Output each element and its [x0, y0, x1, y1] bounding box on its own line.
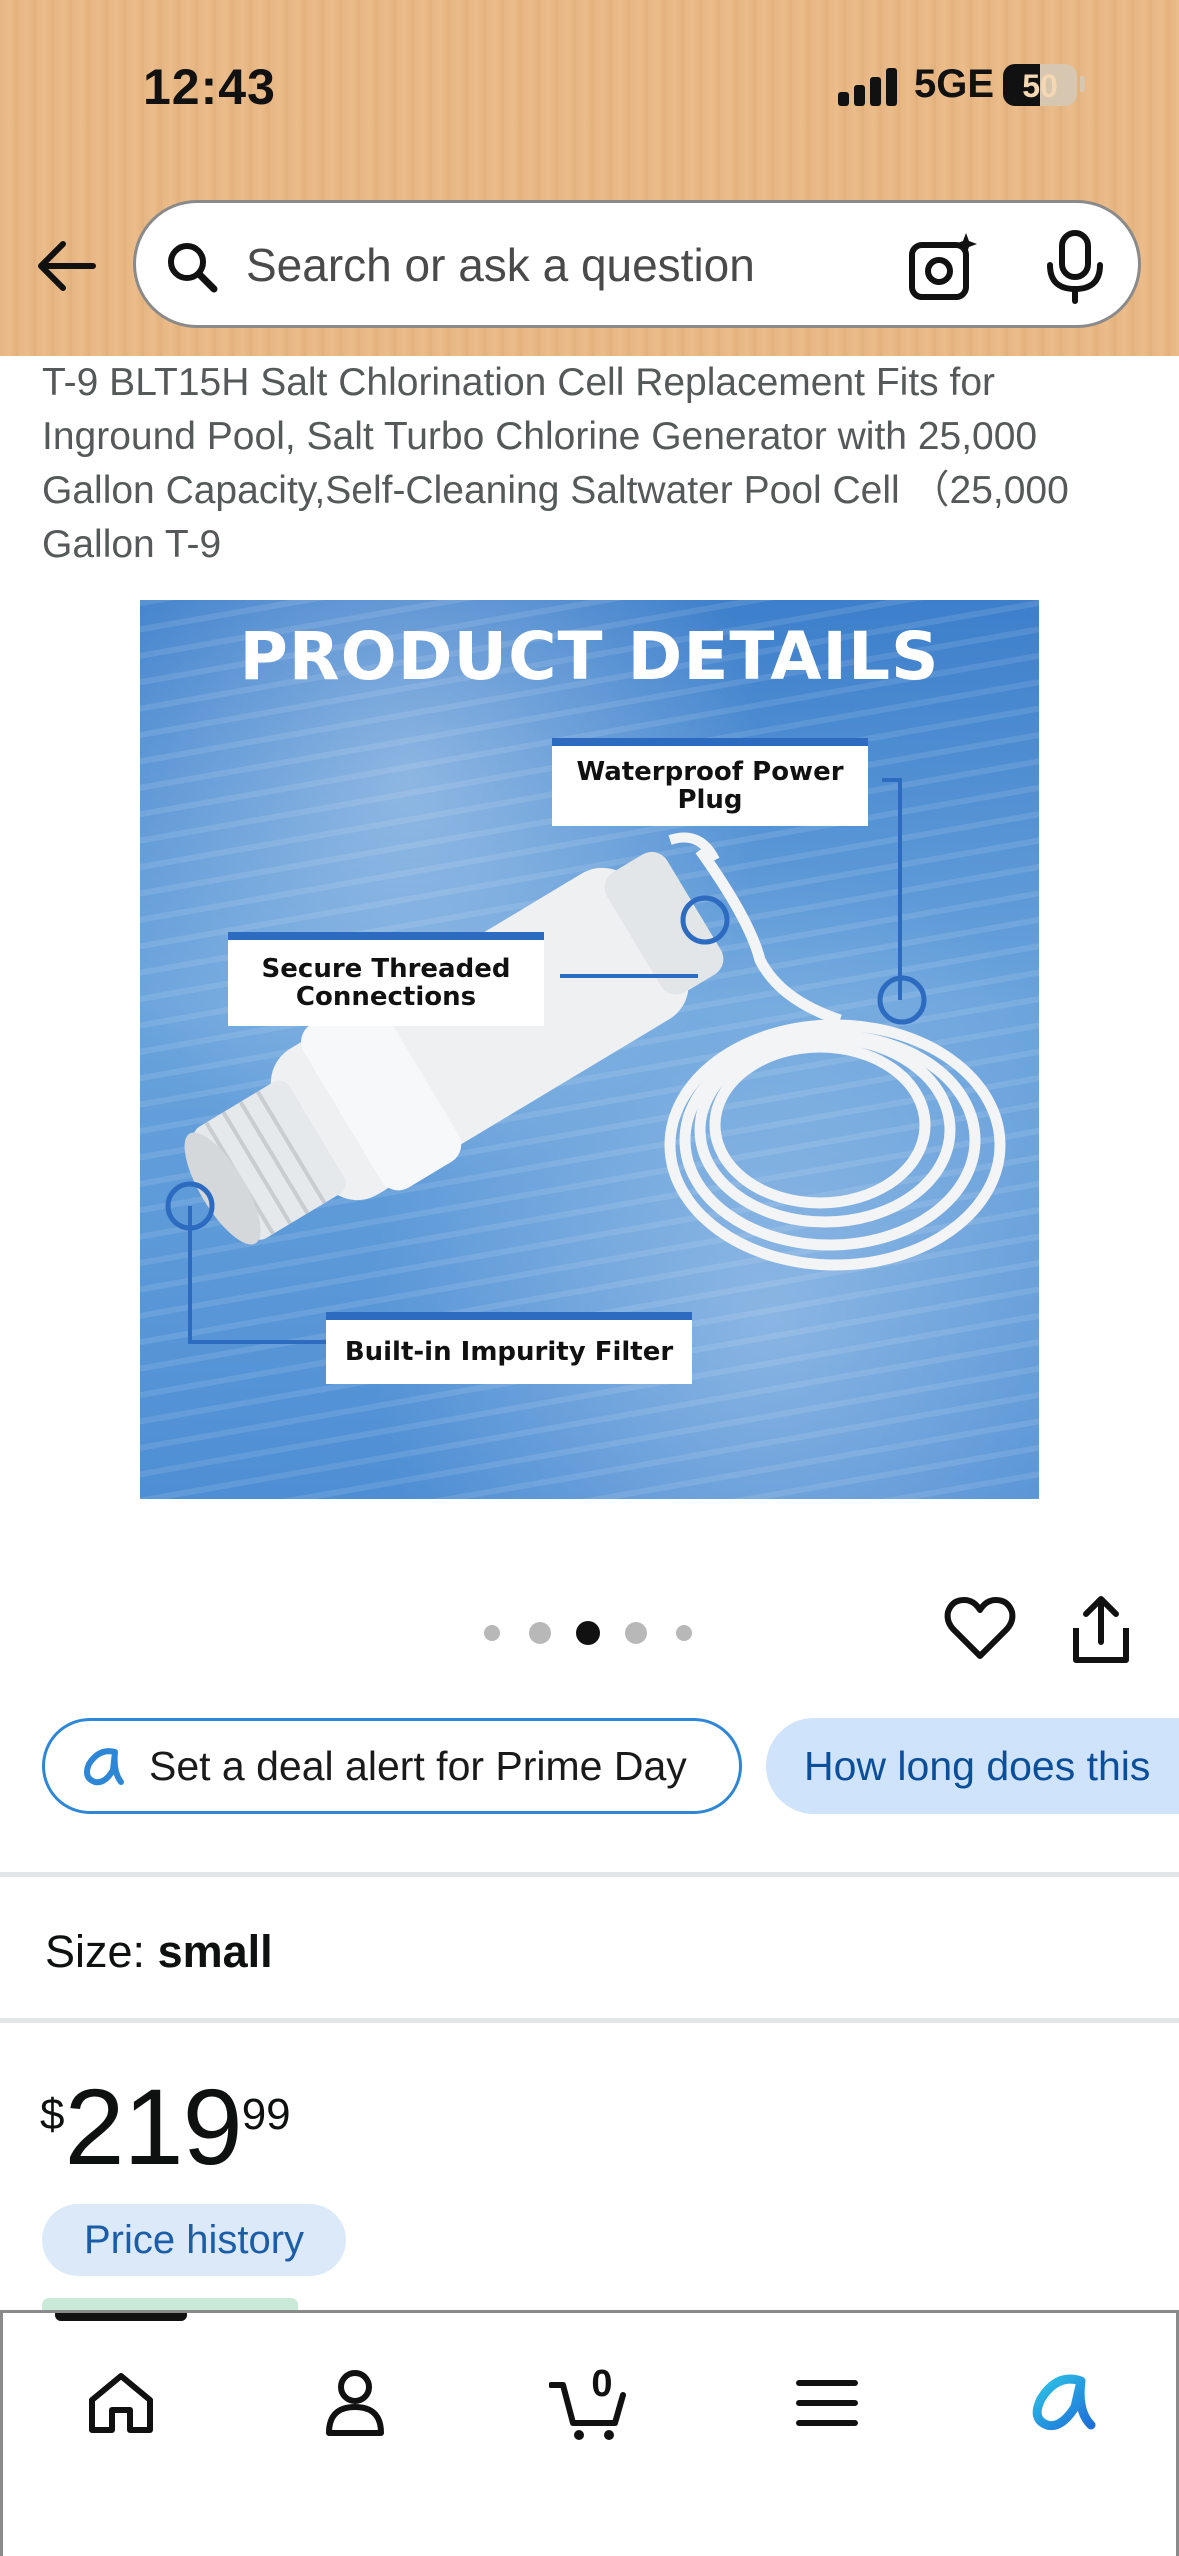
carousel-dot[interactable]: [576, 1621, 600, 1645]
callout-impurity-filter: Built-in Impurity Filter: [326, 1312, 692, 1384]
rufus-icon: [1032, 2374, 1096, 2431]
battery-cap: [1080, 76, 1085, 92]
home-icon: [89, 2373, 153, 2433]
question-chip[interactable]: How long does this: [766, 1718, 1179, 1814]
carousel-dot[interactable]: [625, 1622, 647, 1644]
back-button[interactable]: [30, 230, 102, 302]
heart-icon[interactable]: [944, 1594, 1016, 1664]
share-icon[interactable]: [1070, 1594, 1132, 1666]
price-symbol: $: [40, 2090, 65, 2139]
profile-icon: [326, 2370, 384, 2436]
nav-profile[interactable]: [305, 2353, 405, 2453]
search-bar[interactable]: [133, 200, 1141, 328]
carousel-indicator[interactable]: [480, 1618, 700, 1648]
price-history-button[interactable]: Price history: [42, 2204, 346, 2276]
nav-rufus[interactable]: [1013, 2353, 1113, 2453]
section-divider: [0, 1872, 1179, 1877]
callout-power-plug: Waterproof Power Plug: [552, 738, 868, 826]
deal-alert-chip[interactable]: Set a deal alert for Prime Day: [42, 1718, 742, 1814]
nav-menu[interactable]: [777, 2353, 877, 2453]
battery-level: 50: [1022, 68, 1058, 104]
camera-search-icon[interactable]: [906, 229, 982, 305]
microphone-icon[interactable]: [1042, 229, 1108, 305]
carousel-dot[interactable]: [529, 1622, 551, 1644]
rufus-ai-icon: [84, 1748, 124, 1786]
section-divider: [0, 2018, 1179, 2023]
product-image[interactable]: PRODUCT DETAILS Waterproof Power Plug Se…: [140, 600, 1039, 1499]
search-icon: [168, 243, 218, 293]
price-fraction: 99: [241, 2090, 291, 2139]
callout-threaded-connections: Secure Threaded Connections: [228, 932, 544, 1026]
network-type: 5GE: [914, 62, 995, 106]
carousel-dot[interactable]: [484, 1625, 500, 1641]
menu-icon: [796, 2380, 858, 2426]
cart-icon: [549, 2382, 626, 2440]
size-label: Size:: [45, 1926, 146, 1977]
cellular-signal-icon: [838, 68, 900, 106]
header: 12:43 5GE 50: [0, 0, 1179, 356]
nav-home[interactable]: [71, 2353, 171, 2453]
active-tab-indicator: [55, 2313, 187, 2321]
bottom-nav: 0: [0, 2310, 1179, 2556]
battery-icon: 50: [1003, 64, 1077, 106]
search-input[interactable]: [246, 227, 886, 303]
deal-alert-label: Set a deal alert for Prime Day: [149, 1742, 687, 1789]
price: $ 219 99: [40, 2072, 291, 2192]
product-title[interactable]: T-9 BLT15H Salt Chlorination Cell Replac…: [42, 356, 1152, 572]
price-whole: 219: [64, 2066, 242, 2187]
back-arrow-icon: [38, 241, 96, 291]
size-selector[interactable]: Size: small: [45, 1926, 273, 1978]
size-value: small: [157, 1926, 273, 1977]
nav-cart[interactable]: 0: [539, 2353, 639, 2453]
status-time: 12:43: [143, 59, 276, 115]
carousel-dot[interactable]: [676, 1625, 692, 1641]
